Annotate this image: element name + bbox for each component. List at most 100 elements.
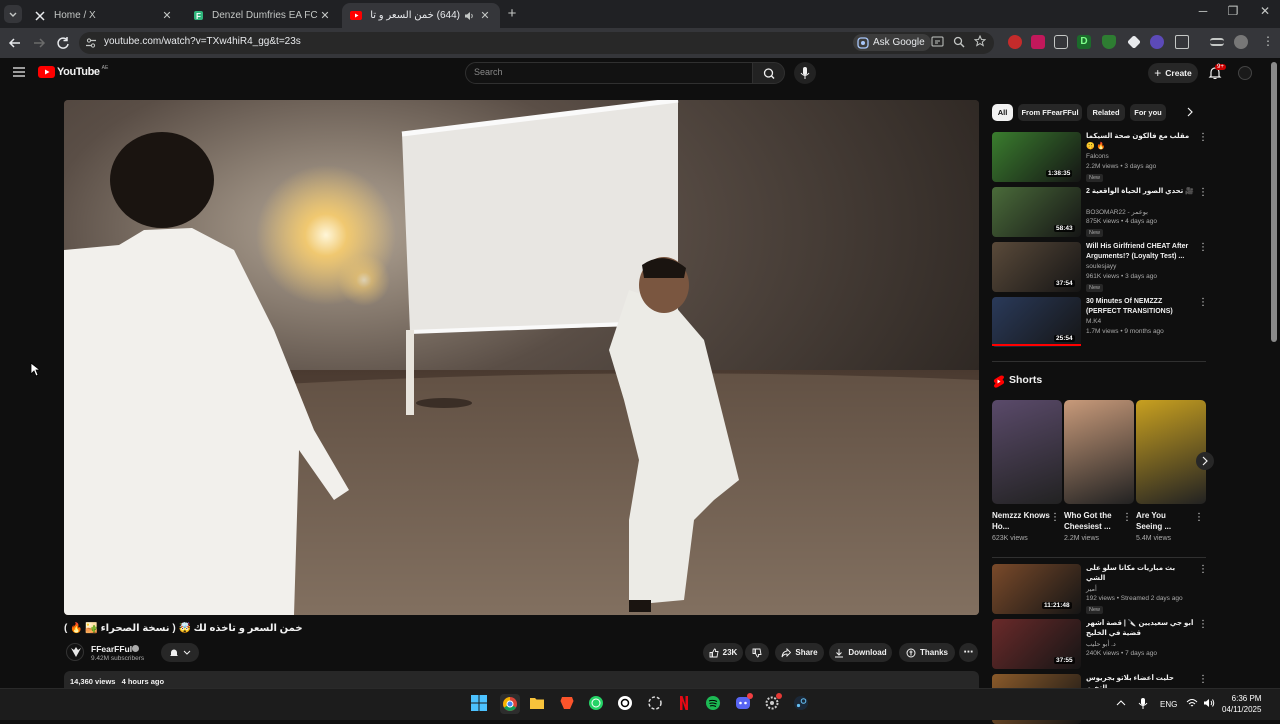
- subscribed-button[interactable]: [161, 643, 199, 662]
- chrome-taskbar-icon[interactable]: [500, 694, 520, 714]
- browser-menu-icon[interactable]: ⋮: [1262, 34, 1274, 48]
- more-vertical-icon[interactable]: ⋮: [1198, 619, 1208, 630]
- extension-red-icon[interactable]: [1008, 35, 1022, 49]
- more-vertical-icon[interactable]: ⋮: [1194, 512, 1204, 523]
- extension-eye-icon[interactable]: [1150, 35, 1164, 49]
- chip-from-channel[interactable]: From FFearFFul: [1018, 104, 1082, 121]
- section-divider: [992, 557, 1206, 558]
- like-button[interactable]: 23K: [703, 643, 743, 662]
- chip-related[interactable]: Related: [1087, 104, 1125, 121]
- bookmark-star-icon[interactable]: [974, 35, 986, 47]
- forward-button[interactable]: [31, 35, 47, 51]
- netflix-icon[interactable]: [676, 695, 694, 713]
- reading-list-icon[interactable]: [1210, 38, 1224, 46]
- short-thumbnail[interactable]: [1064, 400, 1134, 504]
- youtube-logo[interactable]: YouTube AE: [38, 65, 108, 78]
- shorts-next-button[interactable]: [1196, 452, 1214, 470]
- more-vertical-icon[interactable]: ⋮: [1198, 297, 1208, 308]
- input-language[interactable]: ENG: [1160, 700, 1177, 709]
- more-vertical-icon[interactable]: ⋮: [1122, 512, 1132, 523]
- recommended-video[interactable]: 25:54 30 Minutes Of NEMZZZ (PERFECT TRANS…: [992, 297, 1210, 347]
- extension-grid-icon[interactable]: [1054, 35, 1068, 49]
- hamburger-menu-icon[interactable]: [13, 67, 25, 77]
- close-icon[interactable]: ✕: [478, 9, 492, 22]
- extension-shield-icon[interactable]: [1102, 35, 1116, 49]
- close-icon[interactable]: ✕: [160, 9, 174, 22]
- close-window-button[interactable]: ✕: [1250, 4, 1280, 22]
- short-views: 2.2M views: [1064, 535, 1100, 542]
- brave-browser-icon[interactable]: [559, 695, 577, 713]
- chip-for-you[interactable]: For you: [1130, 104, 1166, 121]
- more-vertical-icon[interactable]: ⋮: [1198, 187, 1208, 198]
- more-vertical-icon[interactable]: ⋮: [1198, 132, 1208, 143]
- tray-chevron-up-icon[interactable]: [1116, 699, 1126, 707]
- site-info-icon[interactable]: [85, 37, 97, 49]
- url-text[interactable]: youtube.com/watch?v=TXw4hiR4_gg&t=23s: [104, 36, 301, 47]
- volume-icon[interactable]: [1203, 698, 1215, 708]
- more-vertical-icon[interactable]: ⋮: [1198, 564, 1208, 575]
- youtube-wordmark: YouTube: [57, 66, 100, 78]
- steam-icon[interactable]: [793, 695, 811, 713]
- short-thumbnail[interactable]: [992, 400, 1062, 504]
- extension-d-icon[interactable]: D: [1077, 35, 1091, 49]
- extensions-puzzle-icon[interactable]: [1175, 35, 1189, 49]
- spotify-icon[interactable]: [705, 695, 723, 713]
- extension-pink-icon[interactable]: [1031, 35, 1045, 49]
- profile-avatar[interactable]: [1234, 35, 1248, 49]
- video-duration: 11:21:48: [1042, 602, 1072, 609]
- file-explorer-icon[interactable]: [529, 695, 547, 713]
- tab-title: Denzel Dumfries EA FC 26 - 84: [212, 10, 318, 21]
- more-vertical-icon[interactable]: ⋮: [1198, 242, 1208, 253]
- recommended-video[interactable]: 37:54 Will His Girlfriend CHEAT After Arg…: [992, 242, 1210, 292]
- account-avatar[interactable]: [1238, 66, 1252, 80]
- more-vertical-icon[interactable]: ⋮: [1050, 512, 1060, 523]
- subscriber-count: 9.42M subscribers: [91, 655, 145, 662]
- recommended-video[interactable]: 11:21:48 بث مباريات مكانا سلو على الشي أمي…: [992, 564, 1210, 614]
- search-input[interactable]: [465, 62, 753, 84]
- reload-button[interactable]: [55, 35, 71, 51]
- download-button[interactable]: Download: [829, 643, 892, 662]
- minimize-button[interactable]: ─: [1188, 4, 1218, 22]
- tab-home-x[interactable]: Home / X ✕: [26, 3, 182, 28]
- dislike-button[interactable]: [745, 643, 769, 662]
- cast-icon[interactable]: [931, 36, 944, 48]
- chips-next-icon[interactable]: [1185, 106, 1195, 118]
- super-thanks-icon: [906, 648, 916, 657]
- tab-futbin[interactable]: F Denzel Dumfries EA FC 26 - 84 ✕: [184, 3, 340, 28]
- windows-start-icon[interactable]: [471, 695, 489, 713]
- system-clock[interactable]: 6:36 PM 04/11/2025: [1222, 693, 1261, 715]
- create-button[interactable]: + Create: [1148, 63, 1198, 83]
- page-scrollbar[interactable]: [1271, 62, 1277, 342]
- video-duration: 25:54: [1054, 335, 1075, 342]
- video-meta: 192 views • Streamed 2 days ago: [1086, 595, 1183, 602]
- zoom-icon[interactable]: [953, 36, 965, 48]
- search-placeholder: Search: [474, 67, 503, 77]
- share-button[interactable]: Share: [775, 643, 824, 662]
- chatgpt-icon[interactable]: [617, 695, 635, 713]
- more-vertical-icon[interactable]: ⋮: [1198, 674, 1208, 685]
- back-button[interactable]: [7, 35, 23, 51]
- recommended-video[interactable]: 1:38:35 مقلب مع فالكون صحة السيكما 🤫 🔥 Fal…: [992, 132, 1210, 182]
- more-actions-button[interactable]: ⋯: [959, 643, 978, 662]
- channel-avatar[interactable]: [66, 643, 84, 661]
- channel-name[interactable]: FFearFFul: [91, 644, 132, 654]
- ask-google-button[interactable]: Ask Google: [853, 34, 931, 51]
- maximize-button[interactable]: ❐: [1218, 4, 1248, 22]
- close-icon[interactable]: ✕: [318, 9, 332, 22]
- video-player[interactable]: [64, 100, 979, 615]
- chip-all[interactable]: All: [992, 104, 1013, 121]
- tab-search-button[interactable]: [4, 5, 22, 23]
- recommended-video[interactable]: 37:55 أبو جي سعيديين 🔪 | قصة أشهر قضية في…: [992, 619, 1210, 669]
- wifi-icon[interactable]: [1186, 698, 1198, 708]
- whatsapp-icon[interactable]: [588, 695, 606, 713]
- tray-microphone-icon[interactable]: [1138, 697, 1148, 710]
- loading-app-icon[interactable]: [647, 695, 665, 713]
- new-tab-button[interactable]: +: [505, 5, 519, 22]
- recommended-video[interactable]: 58:43 تحدي الصور الحياة الواقعية 2 🎥 BO3OM…: [992, 187, 1210, 237]
- tab-youtube[interactable]: (644) خمن السعر و تاخذه لك ✕: [342, 3, 500, 28]
- voice-search-button[interactable]: [794, 62, 816, 84]
- thanks-button[interactable]: Thanks: [899, 643, 955, 662]
- search-button[interactable]: [752, 62, 785, 84]
- video-meta: 1.7M views • 9 months ago: [1086, 328, 1164, 335]
- speaker-icon[interactable]: [464, 11, 478, 21]
